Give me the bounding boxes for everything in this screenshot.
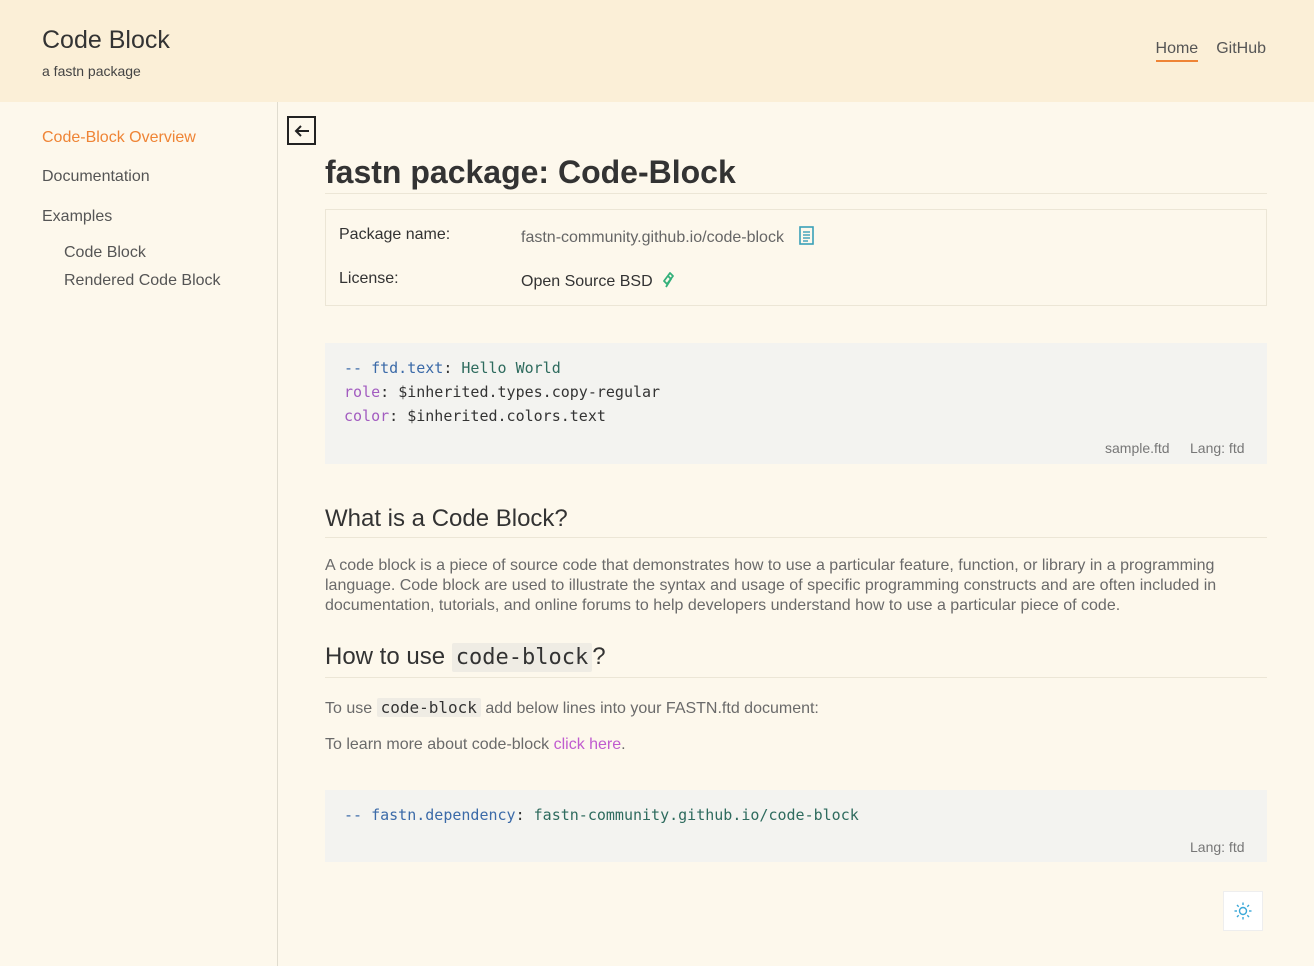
usage-text: add below lines into your FASTN.ftd docu… [480, 700, 819, 717]
site-subtitle: a fastn package [42, 63, 141, 79]
learn-text: To learn more about code-block [325, 736, 554, 753]
sidebar-item-examples[interactable]: Examples [42, 208, 112, 226]
section-divider [325, 677, 1267, 678]
click-here-link[interactable]: click here [554, 736, 622, 753]
license-label: License: [339, 270, 399, 287]
sidebar: Code-Block Overview Documentation Exampl… [0, 102, 278, 966]
license-value: Open Source BSD [521, 270, 677, 291]
page-title: fastn package: Code-Block [325, 154, 736, 190]
code-line-dependency: -- fastn.dependency: fastn-community.git… [344, 806, 859, 824]
code-line-2: role: $inherited.types.copy-regular [344, 383, 660, 401]
code-token: color [344, 407, 390, 425]
site-header: Code Block a fastn package Home GitHub [0, 0, 1314, 102]
package-name-value: fastn-community.github.io/code-block [521, 226, 816, 247]
section-paragraph-what-is: A code block is a piece of source code t… [325, 557, 1217, 614]
code-token: -- [344, 359, 372, 377]
link-icon[interactable] [661, 270, 677, 290]
code-token: role [344, 383, 381, 401]
sidebar-subitem-code-block[interactable]: Code Block [64, 244, 146, 262]
code-token: Hello World [461, 359, 561, 377]
code-token: -- [344, 806, 372, 824]
heading-text: ? [592, 643, 606, 670]
code-token: fastn.dependency [371, 806, 516, 824]
usage-paragraph: To use code-block add below lines into y… [325, 698, 1270, 719]
code-line-3: color: $inherited.colors.text [344, 407, 606, 425]
code-token: ftd.text [371, 359, 444, 377]
code-block-sample[interactable]: -- ftd.text: Hello World role: $inherite… [325, 343, 1267, 464]
package-name-label: Package name: [339, 226, 451, 243]
code-token: $inherited.colors.text [407, 407, 606, 425]
sun-icon [1234, 902, 1252, 920]
code-token: : [443, 359, 462, 377]
collapse-sidebar-button[interactable] [287, 116, 316, 145]
top-nav: Home GitHub [1155, 40, 1266, 62]
sidebar-item-overview[interactable]: Code-Block Overview [42, 129, 196, 147]
arrow-left-icon [294, 124, 309, 137]
sidebar-subitem-rendered-code-block[interactable]: Rendered Code Block [64, 272, 221, 290]
code-token: $inherited.types.copy-regular [398, 383, 661, 401]
learn-text: . [621, 736, 626, 753]
site-title[interactable]: Code Block [42, 26, 170, 55]
section-divider [325, 537, 1267, 538]
code-token: : [515, 806, 534, 824]
code-lang: Lang: ftd [1190, 839, 1245, 855]
heading-text: How to use [325, 643, 452, 670]
code-token: : [380, 383, 399, 401]
copy-icon[interactable] [798, 226, 816, 246]
heading-inline-code: code-block [451, 643, 593, 672]
learn-more-paragraph: To learn more about code-block click her… [325, 735, 1270, 755]
code-lang: Lang: ftd [1190, 440, 1245, 456]
package-name-text: fastn-community.github.io/code-block [521, 229, 784, 246]
theme-toggle-button[interactable] [1223, 891, 1263, 931]
section-heading-how-to-use: How to use code-block? [325, 643, 1267, 672]
title-divider [325, 193, 1267, 194]
nav-github-link[interactable]: GitHub [1216, 40, 1266, 62]
section-heading-what-is: What is a Code Block? [325, 505, 568, 532]
code-line-1: -- ftd.text: Hello World [344, 359, 561, 377]
usage-inline-code: code-block [376, 698, 481, 717]
usage-text: To use [325, 700, 377, 717]
code-filename: sample.ftd [1105, 440, 1170, 456]
sidebar-item-documentation[interactable]: Documentation [42, 168, 150, 186]
code-token: fastn-community.github.io/code-block [533, 806, 859, 824]
code-token: : [389, 407, 408, 425]
package-info-box: Package name: fastn-community.github.io/… [325, 209, 1267, 306]
nav-home-link[interactable]: Home [1155, 40, 1199, 62]
code-block-dependency[interactable]: -- fastn.dependency: fastn-community.git… [325, 790, 1267, 862]
license-text: Open Source BSD [521, 273, 653, 290]
